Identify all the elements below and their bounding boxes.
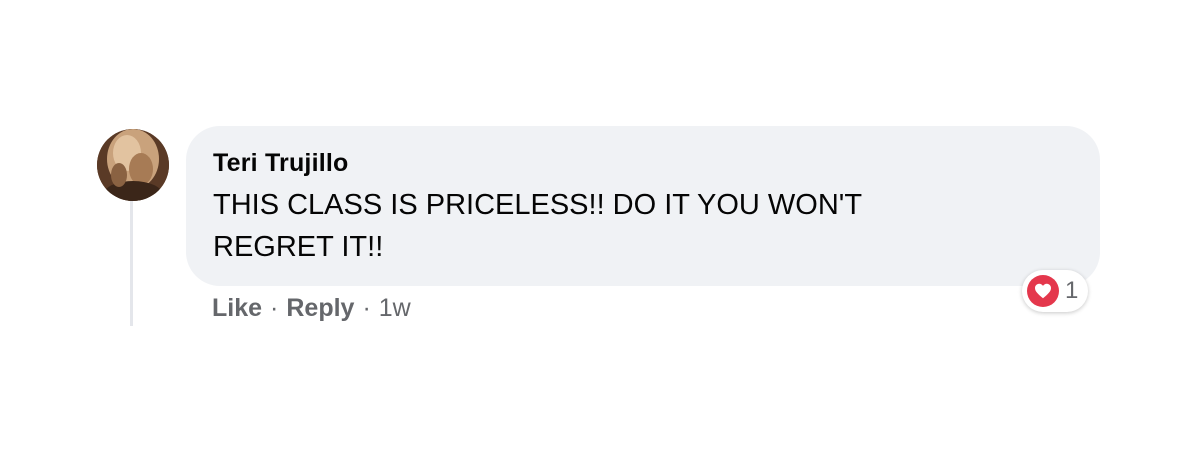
avatar-photo <box>97 129 169 201</box>
separator: · <box>270 293 279 322</box>
reaction-summary[interactable]: 1 <box>1022 270 1089 312</box>
heart-icon <box>1027 275 1059 307</box>
reply-button[interactable]: Reply <box>286 294 354 323</box>
comment-bubble: Teri Trujillo THIS CLASS IS PRICELESS!! … <box>186 126 1100 286</box>
comment-actions: Like · Reply · 1w <box>212 290 411 326</box>
thread-line <box>130 200 133 326</box>
avatar[interactable] <box>97 129 169 201</box>
comment-text: THIS CLASS IS PRICELESS!! DO IT YOU WON'… <box>213 189 862 263</box>
comment-container: Teri Trujillo THIS CLASS IS PRICELESS!! … <box>0 0 1200 450</box>
timestamp[interactable]: 1w <box>379 294 411 323</box>
comment-author[interactable]: Teri Trujillo <box>213 148 1072 178</box>
separator: · <box>362 293 371 322</box>
reaction-count: 1 <box>1065 277 1079 304</box>
like-button[interactable]: Like <box>212 294 262 323</box>
